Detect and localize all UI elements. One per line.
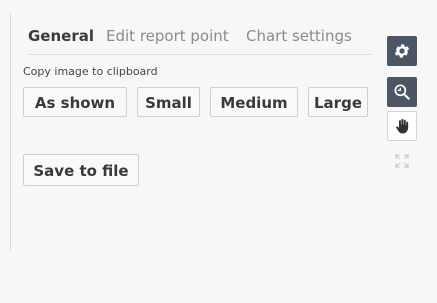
copy-image-caption: Copy image to clipboard [23, 65, 158, 78]
copy-medium-button[interactable]: Medium [210, 87, 298, 117]
copy-large-button[interactable]: Large [308, 87, 368, 117]
zoom-tool-button[interactable] [387, 77, 417, 107]
tab-chart-settings[interactable]: Chart settings [246, 26, 352, 46]
copy-as-shown-button[interactable]: As shown [23, 87, 127, 117]
panel-tabs: General Edit report point Chart settings [28, 26, 372, 55]
hand-pan-icon [396, 118, 409, 134]
expand-icon [395, 154, 409, 168]
zoom-icon [394, 84, 410, 100]
expand-tool-button[interactable] [387, 146, 417, 176]
copy-small-button[interactable]: Small [137, 87, 200, 117]
pan-tool-button[interactable] [387, 111, 417, 141]
tab-general[interactable]: General [28, 26, 94, 46]
chart-options-panel: General Edit report point Chart settings… [0, 0, 437, 303]
settings-tool-button[interactable] [387, 36, 417, 66]
panel-left-divider [10, 14, 11, 250]
save-to-file-button[interactable]: Save to file [23, 154, 139, 186]
gear-icon [394, 44, 410, 58]
tab-edit-report-point[interactable]: Edit report point [106, 26, 229, 46]
